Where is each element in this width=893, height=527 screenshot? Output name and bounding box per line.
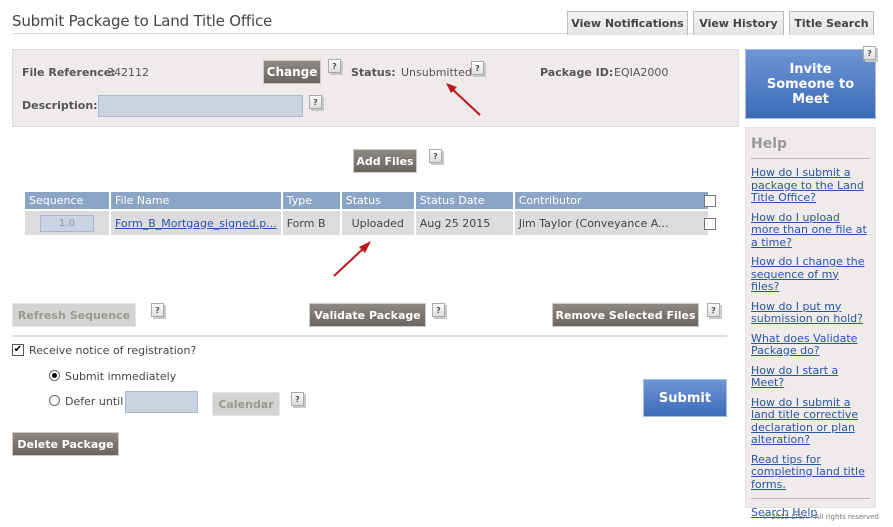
defer-date-input[interactable] bbox=[125, 391, 198, 413]
tab-view-history[interactable]: View History bbox=[693, 11, 784, 35]
help-link[interactable]: How do I upload more than one file at a … bbox=[751, 211, 870, 250]
validate-package-button[interactable]: Validate Package bbox=[309, 303, 426, 327]
tab-title-search[interactable]: Title Search bbox=[789, 11, 874, 35]
help-link[interactable]: How do I change the sequence of my files… bbox=[751, 255, 870, 294]
help-title: Help bbox=[751, 136, 788, 152]
submit-immediately-radio[interactable] bbox=[49, 370, 60, 381]
files-table: Sequence File Name Type Status Status Da… bbox=[23, 192, 710, 235]
submit-button[interactable]: Submit bbox=[643, 379, 727, 417]
help-sidebar: Help How do I submit a package to the La… bbox=[745, 127, 876, 519]
help-icon[interactable]: ? bbox=[432, 303, 445, 317]
column-header-status-date[interactable]: Status Date bbox=[415, 192, 513, 211]
row-select-checkbox[interactable] bbox=[704, 218, 716, 230]
package-id-label: Package ID: bbox=[540, 66, 614, 79]
column-header-status[interactable]: Status bbox=[341, 192, 414, 211]
file-contributor: Jim Taylor (Conveyance A... bbox=[514, 211, 708, 235]
submit-immediately-label: Submit immediately bbox=[65, 370, 177, 383]
column-header-type[interactable]: Type bbox=[282, 192, 340, 211]
file-status: Uploaded bbox=[341, 211, 414, 235]
help-icon[interactable]: ? bbox=[309, 95, 322, 109]
column-header-file-name[interactable]: File Name bbox=[111, 192, 281, 211]
remove-selected-files-button[interactable]: Remove Selected Files bbox=[552, 303, 699, 327]
help-icon[interactable]: ? bbox=[471, 61, 484, 75]
help-link[interactable]: How do I start a Meet? bbox=[751, 364, 870, 390]
help-link[interactable]: How do I submit a package to the Land Ti… bbox=[751, 166, 870, 205]
defer-until-label: Defer until bbox=[65, 395, 124, 408]
tab-view-notifications[interactable]: View Notifications bbox=[567, 11, 688, 35]
table-header-row: Sequence File Name Type Status Status Da… bbox=[25, 192, 708, 211]
select-all-checkbox[interactable] bbox=[704, 195, 716, 207]
delete-package-button[interactable]: Delete Package bbox=[12, 432, 119, 456]
invite-to-meet-button[interactable]: Invite Someone to Meet bbox=[745, 49, 876, 119]
help-icon[interactable]: ? bbox=[707, 303, 720, 317]
sequence-input[interactable]: 1.0 bbox=[40, 214, 94, 232]
refresh-sequence-button[interactable]: Refresh Sequence bbox=[12, 303, 136, 327]
file-reference-value: 342112 bbox=[107, 66, 149, 79]
help-icon[interactable]: ? bbox=[151, 303, 164, 317]
file-reference-label: File Reference: bbox=[22, 66, 116, 79]
help-link[interactable]: How do I submit a land title corrective … bbox=[751, 396, 870, 447]
calendar-button[interactable]: Calendar bbox=[212, 392, 280, 416]
section-divider bbox=[12, 335, 727, 337]
help-link[interactable]: Read tips for completing land title form… bbox=[751, 453, 870, 492]
copyright-footer: © 2015 LTSA - All rights reserved bbox=[762, 513, 879, 521]
column-header-contributor[interactable]: Contributor bbox=[514, 192, 708, 211]
change-button[interactable]: Change bbox=[263, 60, 321, 84]
table-row: 1.0 Form_B_Mortgage_signed.p... Form B U… bbox=[25, 211, 708, 235]
column-header-sequence[interactable]: Sequence bbox=[25, 192, 109, 211]
add-files-button[interactable]: Add Files bbox=[353, 149, 417, 173]
help-icon[interactable]: ? bbox=[863, 46, 876, 60]
page-title: Submit Package to Land Title Office bbox=[12, 12, 273, 30]
annotation-arrow-icon bbox=[333, 241, 371, 277]
description-input[interactable] bbox=[98, 95, 303, 117]
annotation-arrow-icon bbox=[446, 83, 481, 116]
description-label: Description: bbox=[22, 99, 98, 112]
defer-until-radio[interactable] bbox=[49, 395, 60, 406]
help-icon[interactable]: ? bbox=[328, 59, 341, 73]
status-label: Status: bbox=[351, 66, 396, 79]
help-icon[interactable]: ? bbox=[429, 149, 442, 163]
package-id-value: EQIA2000 bbox=[614, 66, 669, 79]
file-name-link[interactable]: Form_B_Mortgage_signed.p... bbox=[115, 217, 277, 230]
help-link[interactable]: How do I put my submission on hold? bbox=[751, 300, 870, 326]
receive-notice-label: Receive notice of registration? bbox=[29, 344, 197, 357]
file-type: Form B bbox=[282, 211, 340, 235]
receive-notice-checkbox[interactable]: ✔ bbox=[12, 344, 24, 356]
help-link[interactable]: What does Validate Package do? bbox=[751, 332, 870, 358]
help-icon[interactable]: ? bbox=[291, 392, 304, 406]
file-status-date: Aug 25 2015 bbox=[415, 211, 513, 235]
